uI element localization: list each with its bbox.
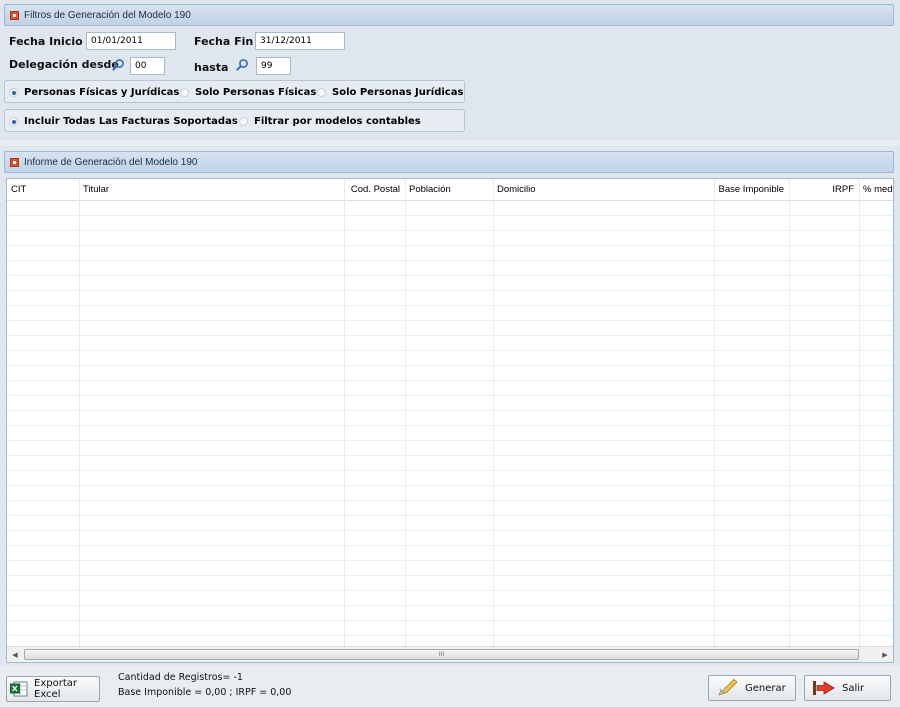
radio-unselected-icon [180, 88, 189, 97]
radio-personas-fisicas-juridicas[interactable]: Personas Físicas y Jurídicas [9, 87, 179, 98]
horizontal-scrollbar[interactable]: ◀ III ▶ [7, 646, 893, 662]
grid-header: CIT Titular Cod. Postal Población Domici… [7, 179, 893, 201]
scroll-left-icon[interactable]: ◀ [7, 647, 23, 662]
column-divider [859, 179, 860, 646]
radio-solo-personas-fisicas[interactable]: Solo Personas Físicas [180, 87, 316, 98]
radio-label: Solo Personas Jurídicas [332, 87, 464, 98]
fecha-inicio-input[interactable]: 01/01/2011 [86, 32, 176, 50]
column-header-cod-postal[interactable]: Cod. Postal [344, 179, 405, 201]
search-icon[interactable] [111, 58, 125, 72]
totals-text: Base Imponible = 0,00 ; IRPF = 0,00 [118, 687, 292, 698]
generate-button[interactable]: Generar [708, 675, 796, 701]
radio-unselected-icon [317, 88, 326, 97]
column-header-titular[interactable]: Titular [79, 179, 344, 201]
delegacion-desde-label: Delegación desde [9, 58, 119, 71]
column-header-irpf[interactable]: IRPF [789, 179, 859, 201]
report-header[interactable]: Informe de Generación del Modelo 190 [4, 151, 894, 173]
column-header-cit[interactable]: CIT [7, 179, 79, 201]
scroll-right-icon[interactable]: ▶ [877, 647, 893, 662]
column-divider [714, 179, 715, 646]
column-header-pct-med[interactable]: % med [859, 179, 893, 201]
column-divider [493, 179, 494, 646]
exit-label: Salir [842, 682, 865, 694]
column-divider [789, 179, 790, 646]
excel-icon [10, 681, 28, 697]
radio-filtrar-modelos-contables[interactable]: Filtrar por modelos contables [239, 116, 421, 127]
filters-header[interactable]: Filtros de Generación del Modelo 190 [4, 4, 894, 26]
exit-icon [812, 679, 836, 697]
column-divider [79, 179, 80, 646]
fecha-inicio-label: Fecha Inicio [9, 35, 83, 48]
exit-button[interactable]: Salir [804, 675, 891, 701]
search-icon[interactable] [235, 58, 249, 72]
filters-header-title: Filtros de Generación del Modelo 190 [24, 9, 191, 21]
report-header-title: Informe de Generación del Modelo 190 [24, 156, 198, 168]
column-divider [344, 179, 345, 646]
fecha-fin-label: Fecha Fin [194, 35, 254, 48]
grid-rows[interactable] [7, 201, 893, 646]
personas-radio-group: Personas Físicas y Jurídicas Solo Person… [4, 80, 465, 103]
facturas-radio-group: Incluir Todas Las Facturas Soportadas Fi… [4, 109, 465, 132]
filters-panel: Filtros de Generación del Modelo 190 Fec… [0, 0, 900, 140]
record-count-text: Cantidad de Registros= -1 [118, 672, 243, 683]
fecha-fin-input[interactable]: 31/12/2011 [255, 32, 345, 50]
radio-solo-personas-juridicas[interactable]: Solo Personas Jurídicas [317, 87, 463, 98]
radio-label: Filtrar por modelos contables [254, 116, 421, 127]
column-header-domicilio[interactable]: Domicilio [493, 179, 714, 201]
hasta-label: hasta [194, 61, 229, 74]
column-header-poblacion[interactable]: Población [405, 179, 493, 201]
radio-selected-icon [9, 117, 18, 126]
column-header-base-imponible[interactable]: Base Imponible [714, 179, 789, 201]
collapse-icon[interactable] [10, 157, 19, 167]
radio-incluir-todas-facturas[interactable]: Incluir Todas Las Facturas Soportadas [9, 116, 238, 127]
results-grid[interactable]: CIT Titular Cod. Postal Población Domici… [6, 178, 894, 663]
radio-selected-icon [9, 88, 18, 97]
export-excel-button[interactable]: Exportar Excel [6, 676, 100, 702]
export-excel-label: Exportar Excel [34, 678, 77, 700]
hasta-input[interactable]: 99 [256, 57, 291, 75]
scroll-thumb[interactable]: III [24, 649, 859, 660]
delegacion-desde-input[interactable]: 00 [130, 57, 165, 75]
column-divider [405, 179, 406, 646]
radio-unselected-icon [239, 117, 248, 126]
radio-label: Incluir Todas Las Facturas Soportadas [24, 116, 238, 127]
pencil-icon [717, 679, 739, 697]
generate-label: Generar [745, 682, 786, 694]
footer-bar: Exportar Excel Cantidad de Registros= -1… [0, 668, 900, 707]
collapse-icon[interactable] [10, 10, 19, 20]
radio-label: Personas Físicas y Jurídicas [24, 87, 180, 98]
radio-label: Solo Personas Físicas [195, 87, 317, 98]
